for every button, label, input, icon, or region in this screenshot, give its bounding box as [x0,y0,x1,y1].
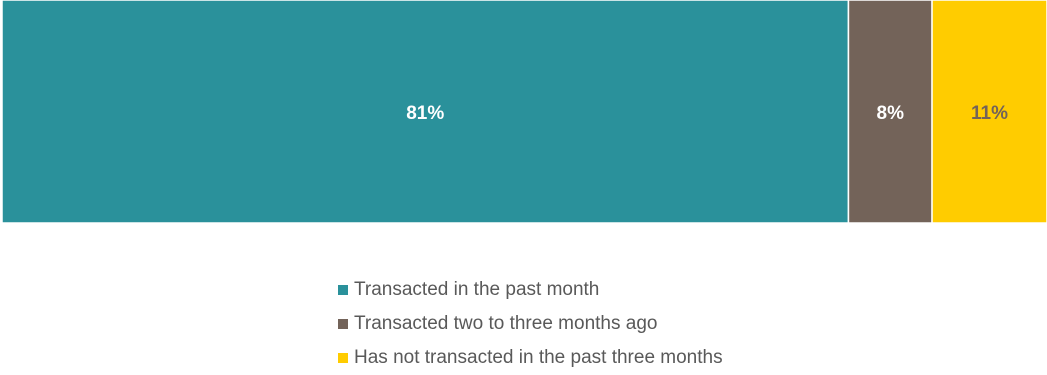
data-label-0: 81% [406,103,444,124]
legend-swatch [338,285,348,295]
legend-item-not-transacted: Has not transacted in the past three mon… [338,341,898,375]
legend-item-past-month: Transacted in the past month [338,273,898,307]
data-label-1: 8% [877,103,905,124]
legend-swatch [338,353,348,363]
legend-label: Transacted two to three months ago [354,313,658,334]
legend-swatch [338,319,348,329]
stacked-bar-chart: 81% 8% 11% [1,0,1047,224]
legend-label: Has not transacted in the past three mon… [354,347,723,368]
chart-legend: Transacted in the past month Transacted … [338,273,898,375]
legend-label: Transacted in the past month [354,279,600,300]
data-label-2: 11% [971,103,1008,124]
legend-item-two-to-three-months: Transacted two to three months ago [338,307,898,341]
